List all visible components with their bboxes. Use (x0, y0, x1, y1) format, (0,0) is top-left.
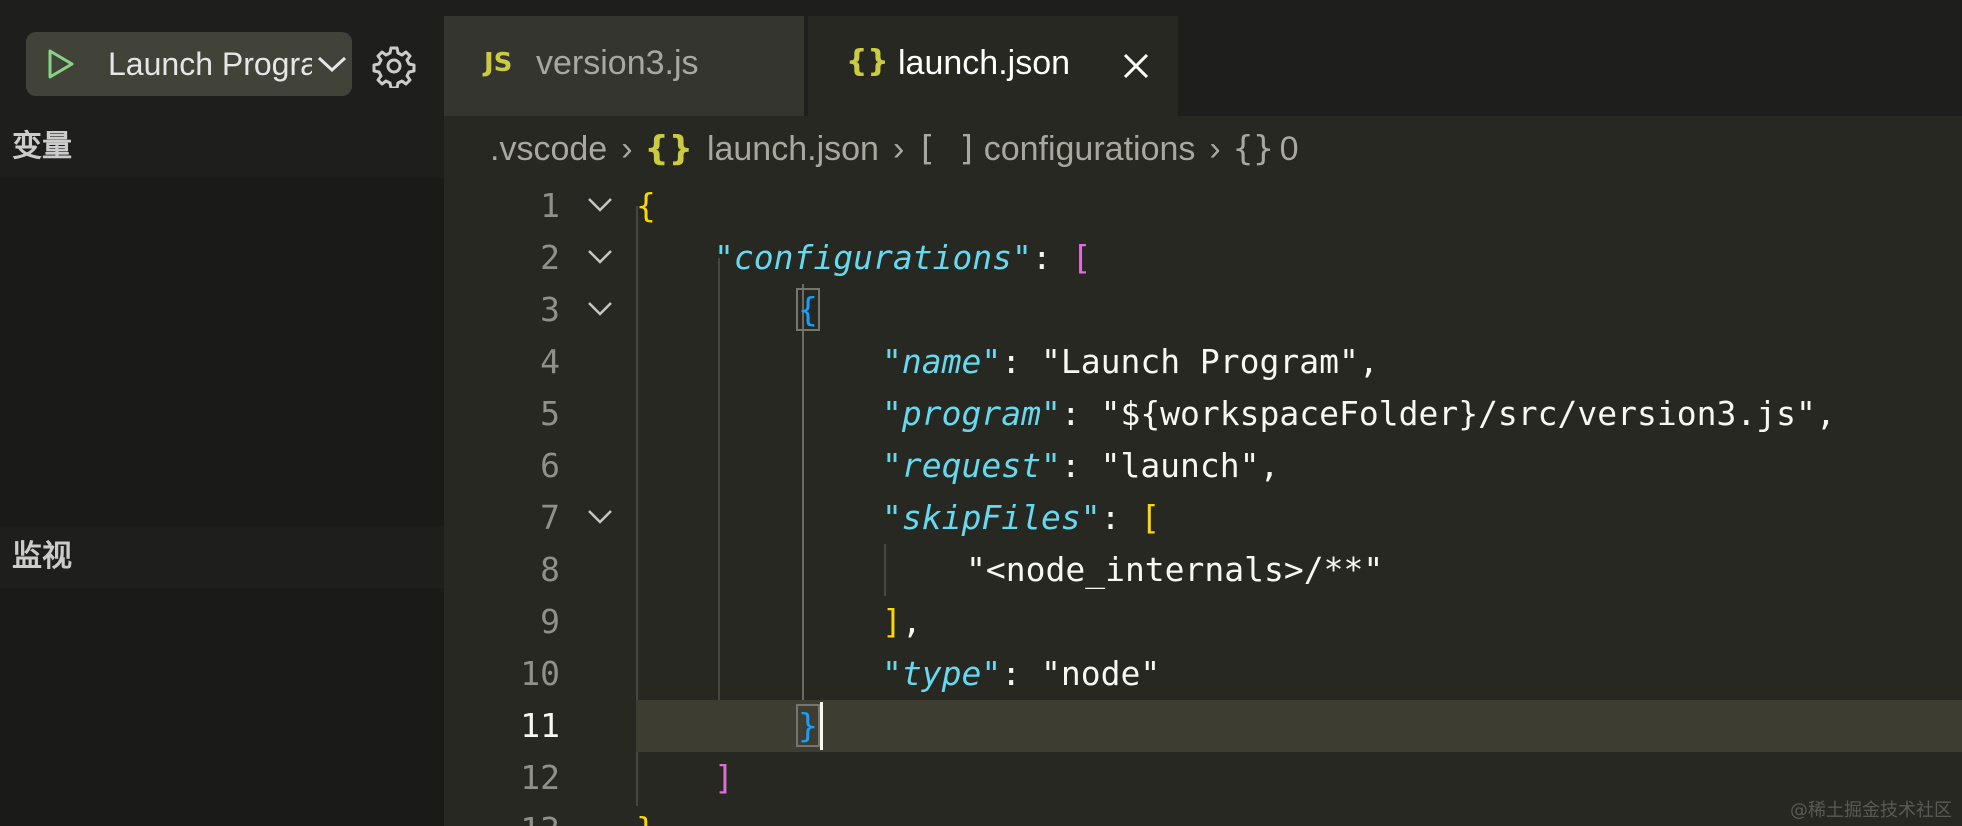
code-line: 12 ] (444, 752, 1962, 804)
gear-icon[interactable] (372, 44, 416, 88)
watermark: @稀土掘金技术社区 (1790, 800, 1952, 821)
line-number: 10 (520, 654, 560, 693)
fold-chevron-icon[interactable] (586, 506, 614, 528)
text-cursor (820, 702, 823, 750)
json-string: "<node_internals>/**" (966, 550, 1384, 589)
start-debugging-icon[interactable] (44, 48, 76, 80)
code-line: 10 "type": "node" (444, 648, 1962, 700)
line-number: 4 (540, 342, 560, 381)
json-file-icon: {} (846, 44, 889, 79)
line-number: 13 (444, 804, 560, 826)
line-number: 3 (540, 290, 560, 329)
line-number: 12 (520, 758, 560, 797)
breadcrumb-folder[interactable]: .vscode (490, 130, 607, 169)
code-line: 6 "request": "launch", (444, 440, 1962, 492)
object-symbol-icon: {} (1232, 129, 1274, 169)
variables-panel (0, 178, 444, 526)
tab-label: launch.json (898, 44, 1071, 82)
chevron-right-icon: › (621, 129, 633, 168)
line-number: 2 (540, 238, 560, 277)
debug-toolbar: Launch Program (0, 0, 444, 116)
json-string: "Launch Program", (1040, 342, 1379, 381)
brace: { (636, 186, 656, 225)
breadcrumb-array[interactable]: configurations (984, 130, 1196, 169)
line-number: 1 (540, 186, 560, 225)
brace: } (796, 704, 820, 747)
bracket: ] (882, 602, 902, 641)
chevron-right-icon: › (1209, 129, 1221, 168)
json-key: type (901, 654, 982, 693)
array-symbol-icon: [ ] (916, 129, 978, 169)
json-string: "${workspaceFolder}/src/version3.js", (1100, 394, 1836, 433)
code-line: 9 ], (444, 596, 1962, 648)
watch-panel (0, 588, 444, 826)
code-line: 3 { (444, 284, 1962, 336)
brace: { (796, 288, 820, 331)
code-line: 5 "program": "${workspaceFolder}/src/ver… (444, 388, 1962, 440)
chevron-right-icon: › (892, 129, 905, 168)
variables-section-header[interactable]: 变量 (0, 116, 444, 178)
json-key: program (901, 394, 1041, 433)
close-icon[interactable] (1120, 50, 1152, 82)
code-line: 7 "skipFiles": [ (444, 492, 1962, 544)
line-number: 11 (520, 706, 560, 745)
code-line: 8 "<node_internals>/**" (444, 544, 1962, 596)
json-string: "node" (1040, 654, 1161, 693)
brace: } (636, 810, 656, 826)
json-key: request (901, 446, 1041, 485)
fold-chevron-icon[interactable] (586, 246, 614, 268)
breadcrumb-object[interactable]: 0 (1280, 130, 1299, 169)
breadcrumb-file[interactable]: launch.json (707, 130, 879, 169)
debug-sidebar: Launch Program 变量 监视 (0, 0, 444, 826)
tab-launch-json[interactable]: {} launch.json (808, 16, 1178, 116)
fold-chevron-icon[interactable] (586, 194, 614, 216)
launch-config-label: Launch Program (108, 46, 312, 82)
punctuation: , (901, 602, 922, 641)
code-line: 1 { (444, 180, 1962, 232)
punctuation: : (1031, 238, 1072, 277)
code-line: 2 "configurations": [ (444, 232, 1962, 284)
watch-section-header[interactable]: 监视 (0, 526, 444, 588)
code-editor[interactable]: 1 { 2 "configurations": [ 3 { 4 "name": … (444, 180, 1962, 826)
code-line: 4 "name": "Launch Program", (444, 336, 1962, 388)
chevron-down-icon[interactable] (316, 54, 348, 74)
tab-version3-js[interactable]: JS version3.js (444, 16, 804, 116)
javascript-file-icon: JS (484, 48, 513, 78)
code-line: 13 } (444, 804, 1962, 826)
json-key: configurations (733, 238, 1013, 277)
code-line: 11 } (444, 700, 1962, 752)
json-file-icon: {} (644, 129, 693, 169)
tab-label: version3.js (536, 44, 699, 82)
bracket: [ (1071, 238, 1092, 277)
launch-config-select[interactable]: Launch Program (26, 32, 352, 96)
json-key: skipFiles (901, 498, 1081, 537)
line-number: 9 (540, 602, 560, 641)
line-number: 8 (540, 550, 560, 589)
json-string: "launch", (1100, 446, 1280, 485)
fold-chevron-icon[interactable] (586, 298, 614, 320)
json-key: name (901, 342, 982, 381)
line-number: 5 (540, 394, 560, 433)
bracket: [ (1140, 498, 1161, 537)
line-number: 7 (540, 498, 560, 537)
breadcrumb: .vscode › {} launch.json › [ ] configura… (490, 124, 1299, 174)
line-number: 6 (540, 446, 560, 485)
bracket: ] (714, 758, 734, 797)
